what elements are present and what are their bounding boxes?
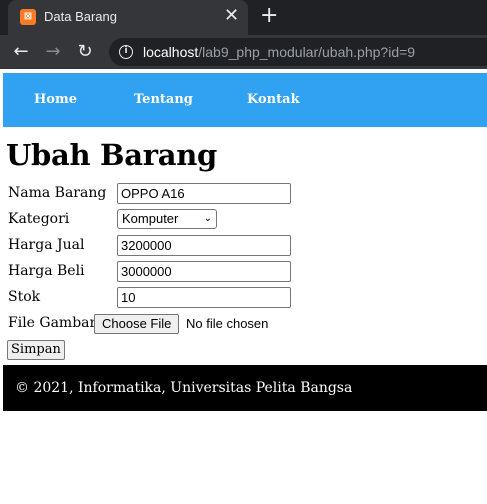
harga-beli-input[interactable] [117,261,291,282]
stok-input[interactable] [117,287,291,308]
xampp-favicon-icon: ⊠ [20,9,36,25]
info-icon[interactable]: i [119,45,133,59]
kategori-label: Kategori [8,211,70,227]
tab-title: Data Barang [44,9,117,24]
nama-barang-input[interactable] [117,183,291,204]
forward-arrow-icon[interactable]: → [41,40,65,64]
nav-link-tentang[interactable]: Tentang [134,92,193,107]
nav-link-kontak[interactable]: Kontak [247,92,300,107]
browser-tabstrip: ⊠ Data Barang ✕ + [0,0,487,35]
new-tab-icon[interactable]: + [260,4,278,28]
choose-file-button[interactable]: Choose File [94,314,180,334]
file-gambar-label: File Gambar [8,315,97,331]
url-host: localhost [143,44,199,60]
footer-copyright: © 2021, Informatika, Universitas Pelita … [15,380,353,396]
nama-barang-label: Nama Barang [8,185,107,201]
top-navbar: Home Tentang Kontak [3,73,487,127]
url-text[interactable]: localhost/lab9_php_modular/ubah.php?id=9 [143,44,415,60]
harga-beli-label: Harga Beli [8,263,85,279]
page-viewport: Home Tentang Kontak Ubah Barang Nama Bar… [0,69,487,504]
url-path: /lab9_php_modular/ubah.php?id=9 [198,44,416,60]
page-footer: © 2021, Informatika, Universitas Pelita … [3,365,487,411]
chevron-down-icon: ⌄ [203,213,212,224]
address-bar[interactable]: i localhost/lab9_php_modular/ubah.php?id… [109,38,487,66]
stok-label: Stok [8,289,41,305]
simpan-button[interactable]: Simpan [7,340,65,360]
browser-tab[interactable]: ⊠ Data Barang ✕ [8,0,248,35]
kategori-selected-value: Komputer [122,211,179,226]
harga-jual-input[interactable] [117,235,291,256]
reload-icon[interactable]: ↻ [73,40,97,64]
page-title: Ubah Barang [6,138,217,172]
file-status-text: No file chosen [186,316,269,331]
nav-link-home[interactable]: Home [34,92,77,107]
harga-jual-label: Harga Jual [8,237,85,253]
close-tab-icon[interactable]: ✕ [224,6,239,26]
back-arrow-icon[interactable]: ← [9,40,33,64]
browser-toolbar: ← → ↻ i localhost/lab9_php_modular/ubah.… [0,35,487,69]
kategori-select[interactable]: Komputer ⌄ [117,209,217,229]
